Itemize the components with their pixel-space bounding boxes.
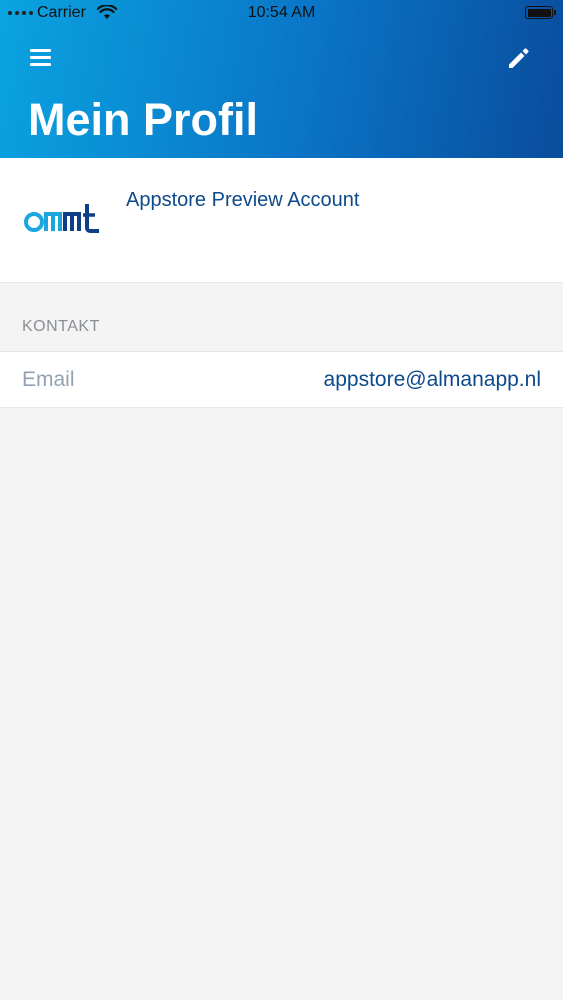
email-label: Email (22, 368, 75, 391)
edit-profile-button[interactable] (503, 42, 535, 74)
email-value[interactable]: appstore@almanapp.nl (324, 368, 541, 392)
hamburger-menu-icon (30, 56, 51, 59)
hamburger-menu-icon (30, 49, 51, 52)
profile-card: Appstore Preview Account (0, 158, 563, 283)
contact-row-email[interactable]: Email appstore@almanapp.nl (0, 351, 563, 408)
pencil-icon (509, 48, 529, 68)
header-bar: Carrier 10:54 AM Mein Profil (0, 0, 563, 158)
status-bar: Carrier 10:54 AM (0, 0, 563, 28)
page-title: Mein Profil (28, 94, 259, 145)
battery-icon (525, 6, 556, 19)
menu-button[interactable] (26, 44, 56, 72)
section-header-contact: KONTAKT (22, 318, 100, 335)
hamburger-menu-icon (30, 63, 51, 66)
company-logo (24, 204, 99, 233)
account-name: Appstore Preview Account (126, 189, 360, 211)
status-time: 10:54 AM (247, 4, 316, 21)
